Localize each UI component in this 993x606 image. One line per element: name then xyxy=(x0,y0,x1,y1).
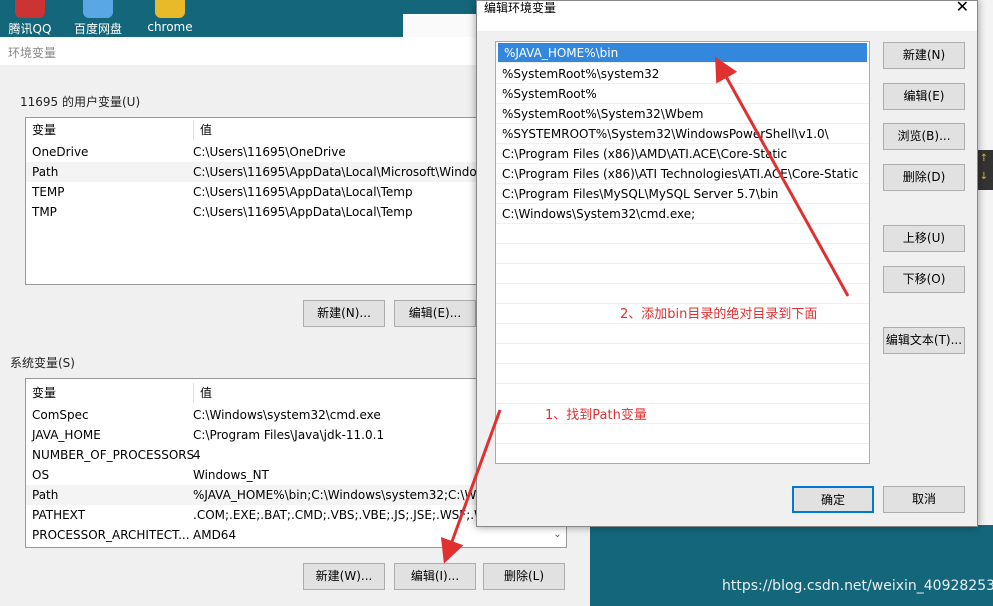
watermark: https://blog.csdn.net/weixin_40928253 xyxy=(722,578,993,594)
arrow-to-edit-button xyxy=(440,409,502,564)
arrow-to-java-home xyxy=(715,56,850,297)
annotation-step1: 1、找到Path变量 xyxy=(545,408,647,423)
annotation-arrows xyxy=(440,56,850,564)
annotation-step2: 2、添加bin目录的绝对目录到下面 xyxy=(620,307,818,322)
